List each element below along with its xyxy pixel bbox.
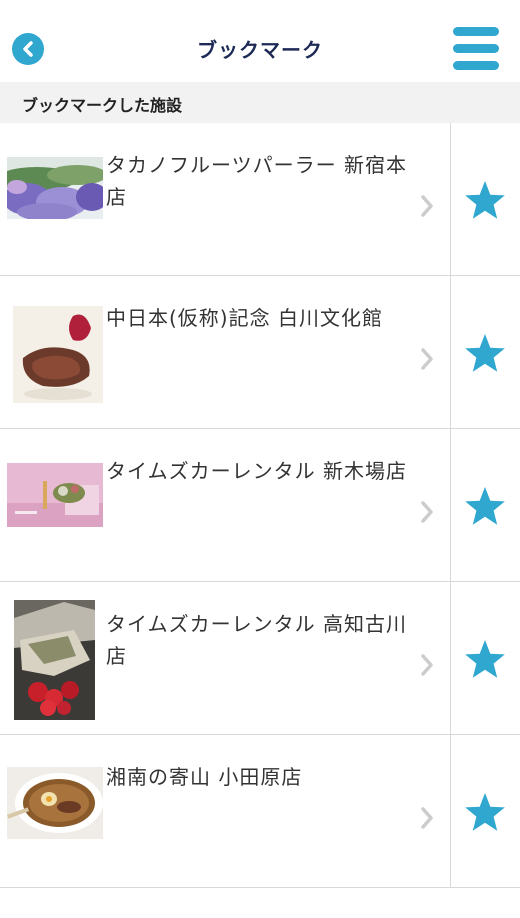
facility-name: タイムズカーレンタル 新木場店 — [106, 459, 407, 483]
facility-thumbnail — [7, 767, 103, 839]
facility-name: タイムズカーレンタル 高知古川店 — [106, 612, 407, 668]
bookmark-star-button[interactable] — [463, 178, 507, 222]
page-title: ブックマーク — [197, 38, 323, 62]
facility-link[interactable]: タイムズカーレンタル 新木場店 — [0, 429, 450, 581]
facility-link[interactable]: タカノフルーツパーラー 新宿本店 — [0, 123, 450, 275]
facility-thumbnail — [7, 157, 103, 219]
chevron-right-icon — [421, 654, 433, 676]
chevron-right-icon — [421, 807, 433, 829]
chevron-right-icon — [421, 348, 433, 370]
section-header: ブックマークした施設 — [0, 82, 520, 123]
bookmark-star-button[interactable] — [463, 331, 507, 375]
list-item: タイムズカーレンタル 新木場店 — [0, 429, 520, 582]
facility-name: 中日本(仮称)記念 白川文化館 — [106, 306, 383, 330]
facility-thumbnail — [7, 463, 103, 527]
bookmark-star-button[interactable] — [463, 637, 507, 681]
section-title: ブックマークした施設 — [22, 96, 183, 115]
facility-link[interactable]: 中日本(仮称)記念 白川文化館 — [0, 276, 450, 428]
chevron-right-icon — [421, 195, 433, 217]
facility-link[interactable]: 湘南の寄山 小田原店 — [0, 735, 450, 887]
facility-link[interactable]: タイムズカーレンタル 高知古川店 — [0, 582, 450, 734]
list-item: 中日本(仮称)記念 白川文化館 — [0, 276, 520, 429]
bookmark-star-button[interactable] — [463, 790, 507, 834]
hamburger-menu-icon — [453, 27, 499, 36]
list-item: 湘南の寄山 小田原店 — [0, 735, 520, 888]
star-icon — [465, 640, 505, 678]
list-item: タカノフルーツパーラー 新宿本店 — [0, 123, 520, 276]
facility-thumbnail — [14, 600, 95, 720]
star-icon — [465, 181, 505, 219]
facility-name: 湘南の寄山 小田原店 — [106, 765, 303, 789]
facility-thumbnail — [13, 306, 103, 403]
app-header: ブックマーク — [0, 0, 520, 82]
star-icon — [465, 487, 505, 525]
list-item: タイムズカーレンタル 高知古川店 — [0, 582, 520, 735]
star-icon — [465, 793, 505, 831]
chevron-right-icon — [421, 501, 433, 523]
hamburger-menu-button[interactable] — [453, 27, 499, 73]
bookmark-star-button[interactable] — [463, 484, 507, 528]
facility-name: タカノフルーツパーラー 新宿本店 — [106, 153, 407, 209]
star-icon — [465, 334, 505, 372]
